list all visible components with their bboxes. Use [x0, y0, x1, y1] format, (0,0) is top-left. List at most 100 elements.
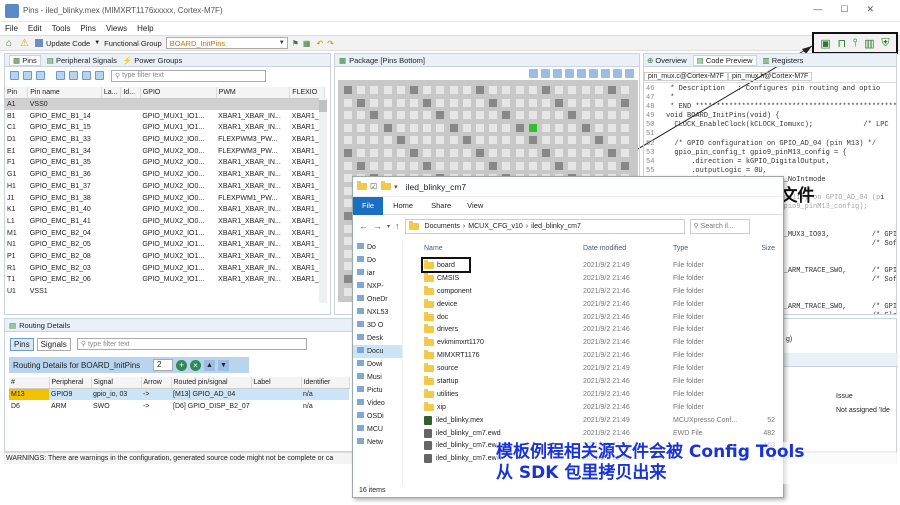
pin-row[interactable]: R1 GPIO_EMC_B2_03 GPIO_MUX2_IO1... XBAR1_XB…: [5, 262, 325, 274]
package-pin[interactable]: [344, 111, 352, 120]
package-pin[interactable]: [555, 123, 564, 132]
package-pin[interactable]: [476, 123, 484, 132]
nav-item[interactable]: MCU: [353, 423, 402, 436]
tab-overview[interactable]: ⊕ Overview: [647, 56, 687, 65]
package-pin[interactable]: [542, 136, 550, 145]
home-icon[interactable]: ⌂: [6, 38, 12, 49]
ribbon-share-tab[interactable]: Share: [423, 201, 459, 210]
package-pin[interactable]: [462, 86, 471, 94]
tab-code-preview[interactable]: ▤ Code Preview: [692, 54, 757, 66]
package-pin[interactable]: [621, 123, 630, 132]
routing-row[interactable]: M13 GPIO9 gpio_io, 03 -> [M13] GPIO_AD_04 n/a: [9, 388, 349, 401]
package-pin[interactable]: [608, 149, 616, 157]
package-pin[interactable]: [528, 98, 537, 107]
menu-pins[interactable]: Pins: [80, 24, 96, 33]
file-tab-pin-mux-h[interactable]: pin_mux.h@Cortex-M7F: [727, 71, 813, 81]
menu-views[interactable]: Views: [106, 24, 127, 33]
package-pin[interactable]: [594, 111, 603, 120]
tee-tool-icon[interactable]: ▥: [864, 37, 874, 50]
package-pin[interactable]: [594, 98, 603, 107]
package-pin[interactable]: [555, 98, 564, 107]
file-row[interactable]: board 2021/9/2 21:49 File folder: [419, 259, 783, 272]
warning-icon[interactable]: ⚠: [20, 38, 29, 49]
package-pin[interactable]: [410, 123, 418, 132]
package-pin[interactable]: [555, 86, 564, 94]
nav-item[interactable]: Musi: [353, 371, 402, 384]
package-pin[interactable]: [344, 199, 352, 208]
nav-item[interactable]: Video: [353, 397, 402, 410]
package-pin[interactable]: [344, 86, 352, 94]
file-row[interactable]: utilities 2021/9/2 21:46 File folder: [419, 388, 783, 401]
close-button[interactable]: ✕: [866, 4, 892, 14]
address-input[interactable]: Documents › MCUX_CFG_v10 › iled_blinky_cm7: [404, 218, 685, 234]
file-row[interactable]: doc 2021/9/2 21:46 File folder: [419, 311, 783, 324]
pin-row[interactable]: N1 GPIO_EMC_B2_05 GPIO_MUX2_IO1... XBAR1_XB…: [5, 239, 325, 251]
package-pin[interactable]: [357, 149, 366, 157]
grid-icon[interactable]: ▦: [303, 39, 311, 48]
pin-row[interactable]: G1 GPIO_EMC_B1_36 GPIO_MUX2_IO0... XBAR1_XB…: [5, 169, 325, 181]
package-pin[interactable]: [515, 149, 524, 157]
package-pin[interactable]: [502, 111, 511, 120]
package-pin[interactable]: [449, 123, 458, 132]
pins-col-header[interactable]: PWM: [216, 87, 291, 100]
package-pin[interactable]: [344, 149, 352, 157]
package-pin[interactable]: [528, 136, 537, 145]
filter-toggle-icon[interactable]: [82, 71, 91, 80]
view-toggle-icon[interactable]: [541, 68, 550, 78]
col-size[interactable]: Size: [745, 245, 775, 252]
routing-col-header[interactable]: Signal: [91, 377, 142, 390]
remove-icon[interactable]: ×: [190, 359, 201, 371]
package-pin[interactable]: [608, 136, 616, 145]
package-pin[interactable]: [370, 161, 379, 170]
package-pin[interactable]: [449, 136, 458, 145]
package-pin[interactable]: [344, 136, 352, 145]
package-pin[interactable]: [370, 149, 379, 157]
maximize-button[interactable]: ☐: [840, 4, 866, 14]
package-pin[interactable]: [423, 136, 432, 145]
package-pin[interactable]: [502, 123, 511, 132]
package-pin[interactable]: [462, 136, 471, 145]
file-row[interactable]: xip 2021/9/2 21:46 File folder: [419, 401, 783, 414]
pin-row[interactable]: T1 GPIO_EMC_B2_06 GPIO_MUX2_IO1... XBAR1_XB…: [5, 274, 325, 286]
file-row[interactable]: device 2021/9/2 21:46 File folder: [419, 298, 783, 311]
pin-row[interactable]: C1 GPIO_EMC_B1_15 GPIO_MUX1_IO1... XBAR1_XB…: [5, 122, 325, 134]
package-pin[interactable]: [344, 123, 352, 132]
package-pin[interactable]: [502, 86, 511, 94]
nav-item[interactable]: iar: [353, 267, 402, 280]
package-pin[interactable]: [344, 174, 352, 183]
routing-col-header[interactable]: #: [9, 377, 50, 390]
undo-icon[interactable]: ↶: [316, 39, 323, 48]
pins-col-header[interactable]: GPIO: [140, 87, 217, 100]
package-pin[interactable]: [489, 123, 498, 132]
package-pin[interactable]: [476, 136, 484, 145]
view-toggle-icon[interactable]: [613, 68, 622, 78]
package-pin[interactable]: [396, 86, 405, 94]
routing-filter-input[interactable]: ⚲ type filter text: [76, 338, 307, 350]
package-pin[interactable]: [370, 86, 379, 94]
add-icon[interactable]: +: [176, 359, 187, 371]
package-pin[interactable]: [423, 98, 432, 107]
package-pin[interactable]: [502, 98, 511, 107]
file-row[interactable]: drivers 2021/9/2 21:46 File folder: [419, 323, 783, 336]
window-controls[interactable]: —☐✕: [813, 4, 892, 15]
menu-edit[interactable]: Edit: [28, 24, 42, 33]
package-pin[interactable]: [462, 123, 471, 132]
pins-tool-icon[interactable]: ▣: [820, 37, 830, 50]
file-row[interactable]: MIMXRT1176 2021/9/2 21:46 File folder: [419, 349, 783, 362]
package-pin[interactable]: [542, 111, 550, 120]
package-pin[interactable]: [396, 123, 405, 132]
ribbon-file-tab[interactable]: File: [353, 196, 384, 215]
pin-row[interactable]: J1 GPIO_EMC_B1_38 GPIO_MUX2_IO0... FLEXPWM1…: [5, 192, 325, 204]
file-row[interactable]: component 2021/9/2 21:46 File folder: [419, 285, 783, 298]
package-pin[interactable]: [449, 149, 458, 157]
package-pin[interactable]: [344, 287, 352, 296]
package-pin[interactable]: [515, 98, 524, 107]
package-pin[interactable]: [357, 98, 366, 107]
package-pin[interactable]: [357, 161, 366, 170]
package-pin[interactable]: [555, 111, 564, 120]
menu-tools[interactable]: Tools: [52, 24, 71, 33]
package-pin[interactable]: [568, 86, 577, 94]
package-pin[interactable]: [489, 98, 498, 107]
package-pin[interactable]: [436, 149, 445, 157]
filter-toggle-icon[interactable]: [36, 71, 45, 80]
